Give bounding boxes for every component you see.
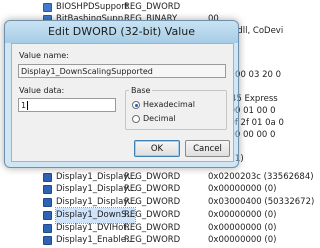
dword-value-icon	[43, 224, 52, 233]
registry-value-name: Display1_Enable…	[56, 235, 135, 245]
decimal-radio[interactable]	[132, 115, 140, 123]
ok-button[interactable]: OK	[134, 140, 180, 157]
dword-value-icon	[43, 236, 52, 245]
dword-value-icon	[43, 173, 52, 182]
dword-value-icon	[43, 198, 52, 207]
binary-value-icon	[43, 3, 52, 12]
cancel-button[interactable]: Cancel	[185, 140, 230, 157]
edit-dword-dialog: Edit DWORD (32-bit) Value Value name: Di…	[4, 20, 239, 168]
value-name-label: Value name:	[19, 51, 69, 60]
hexadecimal-radio[interactable]	[132, 101, 140, 109]
dword-value-icon	[43, 185, 52, 194]
dialog-title: Edit DWORD (32-bit) Value	[47, 25, 196, 38]
base-label: Base	[129, 86, 153, 95]
decimal-label[interactable]: Decimal	[143, 114, 176, 123]
dword-value-icon	[43, 211, 52, 220]
base-groupbox	[125, 90, 227, 130]
dialog-title-bar[interactable]: Edit DWORD (32-bit) Value	[5, 21, 238, 43]
value-data-input[interactable]: 1	[18, 98, 116, 112]
registry-value-data: 0x00000000 (0)	[208, 235, 277, 245]
dialog-client-area: Value name: Display1_DownScalingSupporte…	[11, 43, 234, 162]
value-data-text: 1	[21, 101, 27, 110]
hexadecimal-label[interactable]: Hexadecimal	[143, 100, 195, 109]
value-name-field[interactable]: Display1_DownScalingSupported	[18, 64, 226, 78]
registry-value-type: REG_DWORD	[124, 235, 181, 245]
value-data-label: Value data:	[19, 86, 65, 95]
text-caret	[27, 101, 29, 110]
registry-row[interactable]: Display1_Enable… REG_DWORD 0x00000000 (0)	[0, 233, 320, 248]
